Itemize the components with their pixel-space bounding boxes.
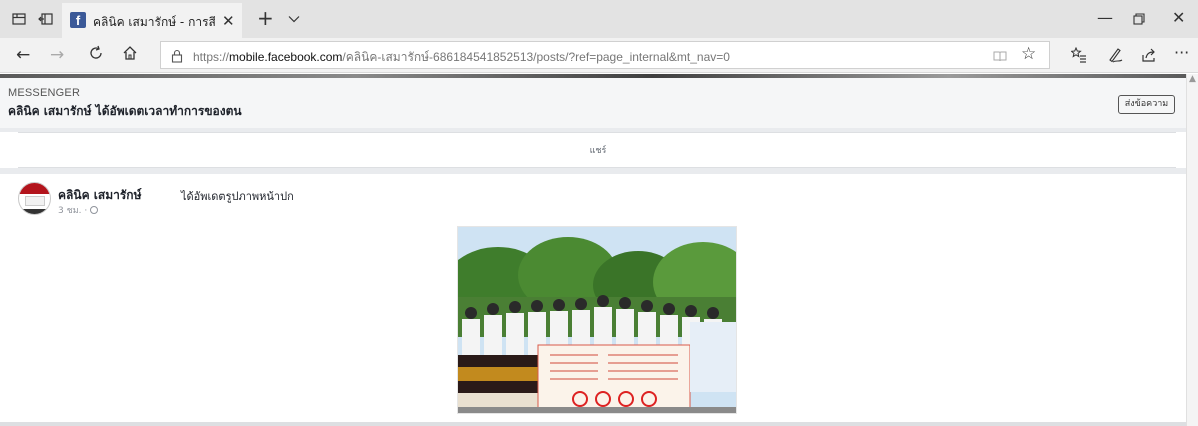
post-action-text: ได้อัพเดตรูปภาพหน้าปก [181, 190, 294, 203]
scroll-up-arrow-icon[interactable]: ▲ [1189, 74, 1196, 84]
set-tabs-aside-icon[interactable] [37, 10, 55, 28]
forward-arrow-icon[interactable]: → [50, 46, 64, 64]
back-arrow-icon[interactable]: ← [16, 46, 30, 64]
url-text[interactable]: https://mobile.facebook.com/คลินิค-เสมาร… [193, 48, 730, 67]
share-icon[interactable] [1141, 47, 1157, 67]
messenger-label: MESSENGER [8, 87, 81, 99]
lock-icon[interactable] [171, 48, 183, 63]
minimize-icon[interactable]: — [1097, 8, 1113, 27]
globe-icon [90, 206, 99, 214]
browser-navigation-bar: ← → https://mobile.facebook.com/คลินิค-เ… [0, 38, 1198, 73]
facebook-favicon-icon: f [70, 12, 86, 28]
reading-view-icon[interactable] [993, 48, 1007, 62]
address-bar[interactable]: https://mobile.facebook.com/คลินิค-เสมาร… [160, 41, 1050, 69]
messenger-status-text: คลินิค เสมารักษ์ ได้อัพเดตเวลาทำการของตน [8, 104, 242, 118]
web-note-pen-icon[interactable] [1107, 47, 1123, 67]
page-content: MESSENGER คลินิค เสมารักษ์ ได้อัพเดตเวลา… [0, 74, 1186, 426]
browser-tab-bar: f คลินิค เสมารักษ์ - การสึกษ ✕ + — ✕ [0, 0, 1198, 38]
refresh-icon[interactable] [88, 45, 104, 65]
tab-close-icon[interactable]: ✕ [222, 12, 236, 30]
tab-title: คลินิค เสมารักษ์ - การสึกษ [93, 15, 215, 29]
favorites-list-icon[interactable] [1070, 46, 1087, 67]
avatar-sign [25, 196, 45, 206]
avatar[interactable] [18, 182, 51, 215]
new-tab-icon[interactable]: + [257, 8, 274, 28]
cover-photo-illustration [458, 227, 736, 413]
send-message-button[interactable]: ส่งข้อความ [1118, 95, 1175, 114]
url-host: mobile.facebook.com [229, 50, 343, 64]
avatar-base [19, 209, 50, 214]
home-icon[interactable] [122, 45, 138, 65]
post-time: 3 ชม. · [58, 206, 88, 216]
post-timestamp[interactable]: 3 ชม. · [58, 203, 99, 217]
avatar-banner [19, 183, 50, 194]
share-row: แชร์ [0, 132, 1186, 168]
more-options-icon[interactable]: ··· [1174, 43, 1189, 62]
restore-icon[interactable] [1133, 10, 1145, 29]
tab-facebook-page[interactable]: f คลินิค เสมารักษ์ - การสึกษ ✕ [62, 3, 242, 38]
post-card: คลินิค เสมารักษ์ ได้อัพเดตรูปภาพหน้าปก 3… [0, 174, 1186, 426]
share-button[interactable]: แชร์ [0, 143, 1196, 157]
url-path: /คลินิค-เสมารักษ์-686184541852513/posts/… [342, 50, 730, 64]
tab-list-icon[interactable] [10, 10, 28, 28]
chevron-down-icon[interactable] [287, 11, 301, 25]
page-scrollbar[interactable]: ▲ [1186, 74, 1198, 426]
post-divider [0, 422, 1186, 426]
messenger-card: MESSENGER คลินิค เสมารักษ์ ได้อัพเดตเวลา… [0, 78, 1186, 128]
window-close-icon[interactable]: ✕ [1172, 8, 1185, 27]
favorite-star-icon[interactable]: ☆ [1021, 44, 1036, 64]
url-scheme: https:// [193, 50, 230, 64]
cover-photo-image[interactable] [457, 226, 737, 414]
